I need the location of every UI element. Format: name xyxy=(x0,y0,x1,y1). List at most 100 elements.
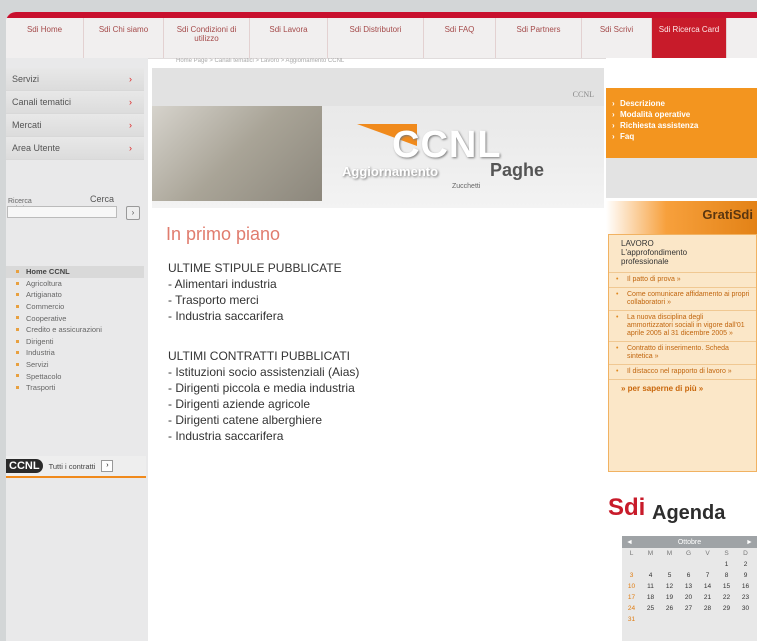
calendar-day xyxy=(622,559,641,570)
calendar-day[interactable]: 18 xyxy=(641,592,660,603)
right-menu-item[interactable]: Faq xyxy=(606,131,757,142)
calendar-day[interactable]: 28 xyxy=(698,603,717,614)
chevron-right-icon: › xyxy=(129,74,132,84)
calendar-day[interactable]: 12 xyxy=(660,581,679,592)
calendar-day[interactable]: 26 xyxy=(660,603,679,614)
ccnl-item[interactable]: Artigianato xyxy=(6,289,144,301)
calendar-day[interactable]: 9 xyxy=(736,570,755,581)
menu-canali[interactable]: Canali tematici › xyxy=(6,91,144,114)
ccnl-item[interactable]: Commercio xyxy=(6,301,144,313)
section-contratti: ULTIMI CONTRATTI PUBBLICATI - Istituzion… xyxy=(168,348,468,444)
calendar-day[interactable]: 14 xyxy=(698,581,717,592)
calendar-day[interactable]: 30 xyxy=(736,603,755,614)
nav-lavora[interactable]: Sdi Lavora xyxy=(250,18,328,58)
calendar-day[interactable]: 6 xyxy=(679,570,698,581)
ccnl-item[interactable]: Cooperative xyxy=(6,312,144,324)
calendar-day xyxy=(660,559,679,570)
calendar-day[interactable]: 24 xyxy=(622,603,641,614)
calendar-day xyxy=(717,614,736,625)
chevron-right-icon[interactable]: › xyxy=(101,460,114,472)
site-search: Ricerca nel sito Cerca › xyxy=(6,194,144,224)
all-contracts-bar[interactable]: CCNL Tutti i contratti › xyxy=(6,456,146,478)
calendar-day[interactable]: 7 xyxy=(698,570,717,581)
section-link[interactable]: - Istituzioni socio assistenziali (Aias) xyxy=(168,364,468,380)
calendar-day[interactable]: 10 xyxy=(622,581,641,592)
calendar-day[interactable]: 3 xyxy=(622,570,641,581)
banner-small-label: CCNL xyxy=(572,90,594,99)
lavoro-link[interactable]: Il distacco nel rapporto di lavoro » xyxy=(609,364,756,379)
right-menu-item[interactable]: Modalità operative xyxy=(606,109,757,120)
menu-mercati[interactable]: Mercati › xyxy=(6,114,144,137)
agenda-title: Agenda xyxy=(652,502,726,524)
calendar-day[interactable]: 5 xyxy=(660,570,679,581)
section-link[interactable]: - Dirigenti aziende agricole xyxy=(168,396,468,412)
lavoro-link[interactable]: Contratto di inserimento. Scheda sinteti… xyxy=(609,341,756,364)
nav-ricerca-card[interactable]: Sdi Ricerca Card xyxy=(652,18,727,58)
calendar-day[interactable]: 13 xyxy=(679,581,698,592)
section-link[interactable]: - Dirigenti piccola e media industria xyxy=(168,380,468,396)
right-menu-item[interactable]: Richiesta assistenza xyxy=(606,120,757,131)
menu-label: Canali tematici xyxy=(12,97,72,107)
section-link[interactable]: - Industria saccarifera xyxy=(168,428,468,444)
agenda-header: Sdi Agenda xyxy=(606,492,757,532)
section-title: ULTIMI CONTRATTI PUBBLICATI xyxy=(168,349,351,363)
next-month-icon[interactable]: ► xyxy=(746,539,753,546)
calendar-day xyxy=(641,614,660,625)
calendar-day[interactable]: 25 xyxy=(641,603,660,614)
ccnl-item[interactable]: Agricoltura xyxy=(6,278,144,290)
lavoro-link[interactable]: La nuova disciplina degli ammortizzatori… xyxy=(609,310,756,341)
ccnl-logo: CCNL xyxy=(6,459,43,473)
ccnl-item[interactable]: Servizi xyxy=(6,359,144,371)
ccnl-banner: CCNL CCNL Aggiornamento Paghe Zucchetti xyxy=(152,68,604,208)
ccnl-item[interactable]: Spettacolo xyxy=(6,370,144,382)
prev-month-icon[interactable]: ◄ xyxy=(626,539,633,546)
ccnl-item[interactable]: Credito e assicurazioni xyxy=(6,324,144,336)
lavoro-link[interactable]: Come comunicare affidamento ai propri co… xyxy=(609,287,756,310)
calendar-weekdays: L M M G V S D xyxy=(622,548,757,559)
ccnl-item[interactable]: Industria xyxy=(6,347,144,359)
calendar-day[interactable]: 20 xyxy=(679,592,698,603)
ccnl-item[interactable]: Trasporti xyxy=(6,382,144,394)
calendar-day[interactable]: 16 xyxy=(736,581,755,592)
search-go-button[interactable]: › xyxy=(126,206,140,220)
calendar-day[interactable]: 2 xyxy=(736,559,755,570)
lavoro-link[interactable]: Il patto di prova » xyxy=(609,272,756,287)
calendar-day[interactable]: 15 xyxy=(717,581,736,592)
calendar-day[interactable]: 23 xyxy=(736,592,755,603)
menu-area-utente[interactable]: Area Utente › xyxy=(6,137,144,160)
calendar-day[interactable]: 27 xyxy=(679,603,698,614)
left-column: Servizi › Canali tematici › Mercati › Area … xyxy=(6,58,148,641)
section-link[interactable]: - Trasporto merci xyxy=(168,292,468,308)
ccnl-menu: Home CCNL Agricoltura Artigianato Commer… xyxy=(6,266,144,394)
section-link[interactable]: - Industria saccarifera xyxy=(168,308,468,324)
menu-servizi[interactable]: Servizi › xyxy=(6,68,144,91)
nav-home[interactable]: Sdi Home xyxy=(6,18,84,58)
weekday: D xyxy=(743,550,748,557)
calendar-day[interactable]: 31 xyxy=(622,614,641,625)
right-menu-item[interactable]: Descrizione xyxy=(606,98,757,109)
nav-scrivi[interactable]: Sdi Scrivi xyxy=(582,18,652,58)
calendar-day xyxy=(736,614,755,625)
calendar-day[interactable]: 19 xyxy=(660,592,679,603)
calendar-day[interactable]: 21 xyxy=(698,592,717,603)
calendar-day[interactable]: 1 xyxy=(717,559,736,570)
nav-distributori[interactable]: Sdi Distributori xyxy=(328,18,424,58)
section-link[interactable]: - Dirigenti catene alberghiere xyxy=(168,412,468,428)
nav-faq[interactable]: Sdi FAQ xyxy=(424,18,496,58)
calendar-day[interactable]: 29 xyxy=(717,603,736,614)
calendar-day[interactable]: 11 xyxy=(641,581,660,592)
nav-condizioni[interactable]: Sdi Condizioni di utilizzo xyxy=(164,18,250,58)
more-link[interactable]: » per saperne di più » xyxy=(609,379,756,397)
gratis-banner[interactable]: GratiSdi xyxy=(606,201,757,234)
section-link[interactable]: - Alimentari industria xyxy=(168,276,468,292)
calendar-day[interactable]: 22 xyxy=(717,592,736,603)
calendar-day[interactable]: 17 xyxy=(622,592,641,603)
nav-partners[interactable]: Sdi Partners xyxy=(496,18,582,58)
calendar-day[interactable]: 4 xyxy=(641,570,660,581)
ccnl-item[interactable]: Dirigenti xyxy=(6,336,144,348)
ccnl-item[interactable]: Home CCNL xyxy=(6,266,144,278)
calendar-day[interactable]: 8 xyxy=(717,570,736,581)
search-input[interactable] xyxy=(7,206,117,218)
banner-subtitle-2: Paghe xyxy=(490,160,545,180)
nav-chi-siamo[interactable]: Sdi Chi siamo xyxy=(84,18,164,58)
